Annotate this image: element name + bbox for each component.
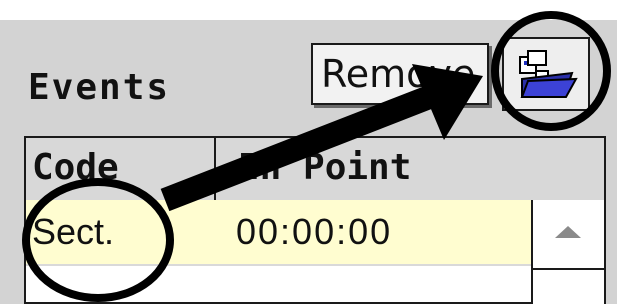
remove-button-label: Remove [321, 52, 476, 96]
remove-button[interactable]: Remove [311, 43, 489, 105]
column-header-code[interactable]: Code [26, 138, 216, 200]
column-header-code-label: Code [32, 147, 119, 188]
events-title: Events [28, 67, 171, 108]
column-header-in-point[interactable]: In Point [216, 138, 604, 200]
events-table: Code In Point Sect. 00:00:00 [24, 136, 606, 304]
cell-in-point: 00:00:00 [236, 211, 393, 252]
table-scrollbar[interactable] [531, 200, 604, 304]
cell-code: Sect. [32, 211, 115, 252]
open-folder-icon [519, 50, 578, 98]
scroll-up-arrow-icon [555, 226, 581, 238]
table-header: Code In Point [26, 138, 604, 202]
scroll-up-button[interactable] [533, 200, 604, 270]
table-row[interactable]: Sect. 00:00:00 [26, 200, 531, 266]
open-folder-button[interactable] [502, 37, 590, 111]
column-header-in-point-label: In Point [238, 147, 412, 188]
